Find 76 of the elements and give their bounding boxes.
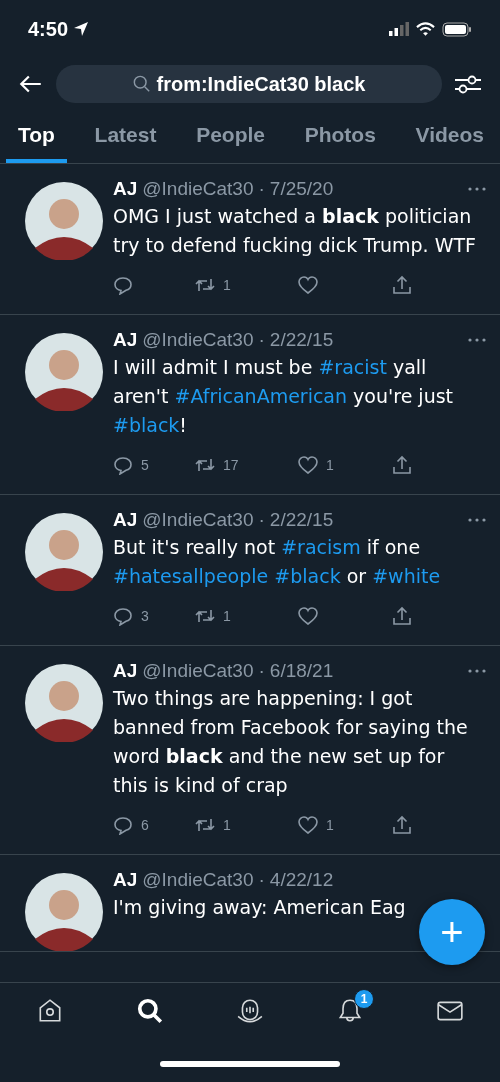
share-icon — [392, 606, 412, 626]
hashtag-link[interactable]: #black — [274, 565, 341, 587]
signal-icon — [389, 22, 409, 36]
tweet-date: 4/22/12 — [269, 869, 334, 891]
tweet-text: But it's really not #racism if one #hatesallpeople #black or #white — [113, 535, 442, 589]
more-button[interactable] — [468, 338, 486, 342]
retweet-button[interactable]: 1 — [195, 601, 231, 631]
more-button[interactable] — [468, 518, 486, 522]
hashtag-link[interactable]: #hatesallpeople — [113, 565, 269, 587]
separator-dot: · — [258, 509, 265, 531]
retweet-button[interactable]: 1 — [195, 810, 231, 840]
heart-icon — [298, 815, 318, 835]
share-icon — [392, 455, 412, 475]
separator-dot: · — [258, 178, 265, 200]
wifi-icon — [416, 22, 435, 36]
user-handle: @IndieCat30 — [142, 869, 254, 891]
reply-button[interactable]: 5 — [113, 450, 149, 480]
tab[interactable]: Top — [6, 110, 67, 163]
notifications-tab[interactable]: 1 — [320, 987, 380, 1043]
hashtag-link[interactable]: #racism — [281, 536, 361, 558]
user-handle: @IndieCat30 — [142, 178, 254, 200]
author-name: AJ — [113, 660, 138, 682]
separator-dot: · — [258, 869, 265, 891]
clock-time: 4:50 — [28, 17, 69, 41]
more-icon — [468, 669, 486, 673]
separator-dot: · — [258, 329, 265, 351]
heart-icon — [298, 455, 318, 475]
retweet-button[interactable]: 1 — [195, 270, 231, 300]
more-icon — [468, 338, 486, 342]
reply-button[interactable]: 3 — [113, 601, 149, 631]
share-icon — [392, 815, 412, 835]
retweet-button[interactable]: 17 — [195, 450, 239, 480]
notification-badge: 1 — [354, 989, 374, 1009]
like-button[interactable]: 1 — [298, 450, 334, 480]
tweet-text: OMG I just watched a black politician try to defend fucking dick Trump. WTF — [113, 204, 477, 258]
share-icon — [392, 275, 412, 295]
hashtag-link[interactable]: #white — [372, 565, 441, 587]
author-name: AJ — [113, 509, 138, 531]
location-arrow-icon — [73, 21, 90, 37]
tweet-date: 7/25/20 — [269, 178, 334, 200]
hashtag-link[interactable]: #AfricanAmerican — [174, 385, 348, 407]
separator-dot: · — [258, 660, 265, 682]
more-button[interactable] — [468, 187, 486, 191]
tweet-date: 6/18/21 — [269, 660, 334, 682]
user-handle: @IndieCat30 — [142, 509, 254, 531]
heart-icon — [298, 606, 318, 626]
more-button[interactable] — [468, 669, 486, 673]
reply-icon — [113, 606, 133, 626]
tab[interactable]: Videos — [403, 110, 496, 163]
more-icon — [468, 518, 486, 522]
reply-icon — [113, 815, 133, 835]
reply-icon — [113, 455, 133, 475]
reply-button[interactable]: 6 — [113, 810, 149, 840]
tweet-date: 2/22/15 — [269, 509, 334, 531]
more-icon — [468, 187, 486, 191]
tweet-text: Two things are happening: I got banned from Facebook for saying the word black and the new set up for this is kind of crap — [113, 686, 469, 798]
like-button[interactable]: 1 — [298, 810, 334, 840]
author-name: AJ — [113, 329, 138, 351]
compose-button[interactable]: + — [419, 899, 485, 965]
search-icon — [132, 75, 151, 93]
heart-icon — [298, 275, 318, 295]
tab[interactable]: Photos — [292, 110, 388, 163]
author-name: AJ — [113, 178, 138, 200]
tweet-text: I'm giving away: American Eag — [113, 895, 407, 920]
user-handle: @IndieCat30 — [142, 329, 254, 351]
tab[interactable]: Latest — [82, 110, 169, 163]
battery-icon — [442, 21, 472, 37]
hashtag-link[interactable]: #black — [113, 414, 180, 436]
tweet-date: 2/22/15 — [269, 329, 334, 351]
search-field[interactable]: from:IndieCat30 black — [56, 65, 442, 103]
reply-icon — [113, 275, 133, 295]
tweet-text: I will admit I must be #racist yall aren't #AfricanAmerican you're just #black! — [113, 355, 455, 438]
user-handle: @IndieCat30 — [142, 660, 254, 682]
tab[interactable]: People — [184, 110, 277, 163]
hashtag-link[interactable]: #racist — [318, 356, 387, 378]
author-name: AJ — [113, 869, 138, 891]
